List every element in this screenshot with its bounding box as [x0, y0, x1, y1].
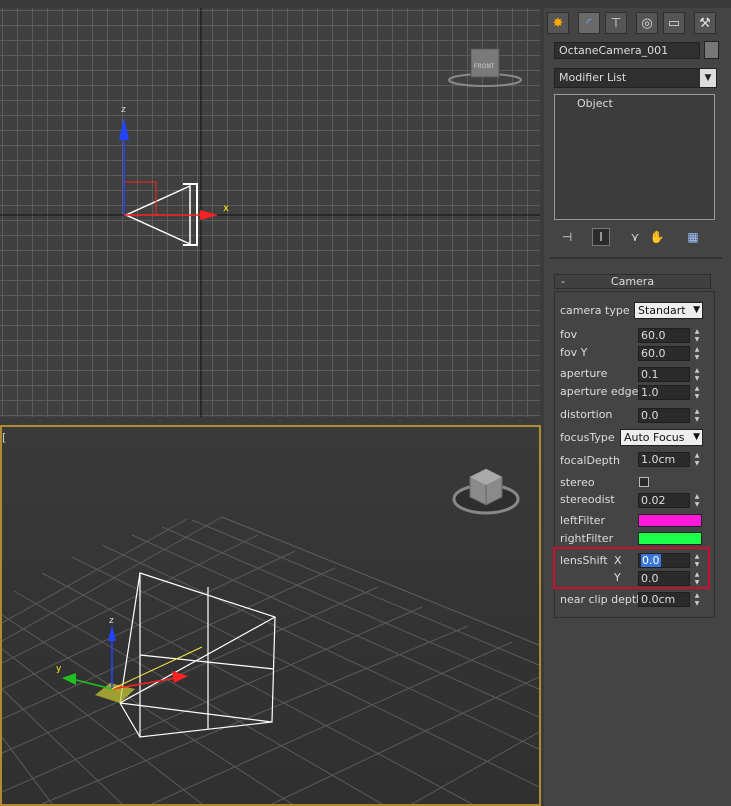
aperture-edge-spinner[interactable]: ▲ ▼ — [692, 385, 702, 400]
pin-stack-icon[interactable]: ⊣ — [558, 228, 576, 246]
perspective-scene: z y — [2, 468, 539, 804]
create-icon[interactable]: ✸ — [547, 12, 569, 34]
left-filter-label: leftFilter — [560, 514, 606, 527]
camera-rollout-title: Camera — [610, 275, 655, 288]
display-icon[interactable]: ▭ — [663, 12, 685, 34]
stereo-checkbox[interactable] — [639, 477, 649, 487]
viewport-divider-horizontal[interactable] — [0, 417, 540, 425]
hierarchy-icon[interactable]: ⊤ — [605, 12, 627, 34]
focal-depth-spinner[interactable]: ▲ ▼ — [692, 452, 702, 467]
modifier-list-dropdown[interactable]: Modifier List ▼ — [554, 68, 717, 88]
motion-icon[interactable]: ◎ — [636, 12, 658, 34]
near-clip-label: near clip depth — [560, 593, 644, 606]
aperture-input[interactable]: 0.1 — [638, 367, 690, 382]
modifier-stack[interactable]: Object — [554, 94, 715, 220]
make-unique-icon[interactable]: ⋎ — [626, 228, 644, 246]
top-viewport-scene: z x FRONT — [0, 8, 540, 417]
fov-spinner[interactable]: ▲ ▼ — [692, 328, 702, 343]
stereodist-spinner[interactable]: ▲ ▼ — [692, 493, 702, 508]
stereo-label: stereo — [560, 476, 595, 489]
viewcube-front-label: FRONT — [474, 63, 495, 70]
aperture-edge-input[interactable]: 1.0 — [638, 385, 690, 400]
fovy-input[interactable]: 60.0 — [638, 346, 690, 361]
object-name-field[interactable]: OctaneCamera_001 — [554, 42, 700, 59]
remove-modifier-icon[interactable]: ✋ — [648, 228, 666, 246]
axis-label-x: x — [223, 203, 229, 214]
aperture-label: aperture — [560, 367, 608, 380]
perspective-viewport[interactable]: [z y — [0, 425, 541, 806]
lens-shift-highlight-box — [553, 547, 710, 589]
transform-gizmo-top[interactable] — [119, 118, 218, 220]
focal-depth-label: focalDepth — [560, 454, 620, 467]
modifier-list-label: Modifier List — [559, 71, 627, 84]
right-filter-color-swatch[interactable] — [638, 532, 702, 545]
modify-icon[interactable]: ◜ — [578, 12, 600, 34]
command-panel: ✸ ◜ ⊤ ◎ ▭ ⚒ OctaneCamera_001 Modifier Li… — [544, 8, 731, 806]
command-panel-tabs: ✸ ◜ ⊤ ◎ ▭ ⚒ — [544, 10, 731, 38]
object-color-swatch[interactable] — [704, 41, 719, 59]
camera-frustum[interactable] — [119, 572, 276, 738]
focus-type-label: focusType — [560, 431, 615, 444]
near-clip-spinner[interactable]: ▲ ▼ — [692, 592, 702, 607]
camera-type-value: Standart — [638, 304, 686, 317]
camera-type-dropdown[interactable]: Standart ▼ — [634, 302, 703, 319]
configure-modifier-sets-icon[interactable]: ▦ — [684, 228, 702, 246]
right-filter-label: rightFilter — [560, 532, 614, 545]
camera-type-label: camera type — [560, 304, 630, 317]
camera-rollout-header[interactable]: - Camera — [554, 274, 711, 289]
axis-label-y-persp: y — [56, 664, 62, 674]
show-end-result-icon[interactable]: Ⅰ — [592, 228, 610, 246]
utilities-icon[interactable]: ⚒ — [694, 12, 716, 34]
fov-input[interactable]: 60.0 — [638, 328, 690, 343]
aperture-spinner[interactable]: ▲ ▼ — [692, 367, 702, 382]
near-clip-input[interactable]: 0.0cm — [638, 592, 690, 607]
chevron-down-icon: ▼ — [693, 432, 700, 442]
transform-gizmo-perspective[interactable] — [62, 625, 203, 690]
stereodist-input[interactable]: 0.02 — [638, 493, 690, 508]
axis-label-z-persp: z — [109, 616, 114, 626]
fov-label: fov — [560, 328, 578, 341]
focus-type-value: Auto Focus — [624, 431, 685, 444]
distortion-label: distortion — [560, 408, 613, 421]
chevron-down-icon: ▼ — [700, 69, 716, 87]
top-bar — [0, 0, 731, 8]
axis-label-z: z — [121, 105, 126, 115]
stereodist-label: stereodist — [560, 493, 615, 506]
distortion-input[interactable]: 0.0 — [638, 408, 690, 423]
fovy-label: fov Y — [560, 346, 588, 359]
fovy-spinner[interactable]: ▲ ▼ — [692, 346, 702, 361]
viewcube-perspective[interactable] — [452, 468, 520, 515]
top-viewport[interactable]: z x FRONT — [0, 8, 540, 417]
stack-item-object[interactable]: Object — [555, 95, 714, 110]
viewcube-top[interactable]: FRONT — [448, 48, 522, 87]
panel-separator — [550, 257, 722, 259]
focus-type-dropdown[interactable]: Auto Focus ▼ — [620, 429, 703, 446]
perspective-grid — [2, 516, 539, 804]
left-filter-color-swatch[interactable] — [638, 514, 702, 527]
chevron-down-icon: ▼ — [693, 305, 700, 315]
distortion-spinner[interactable]: ▲ ▼ — [692, 408, 702, 423]
aperture-edge-label: aperture edge — [560, 385, 639, 398]
stack-toolbar: ⊣ Ⅰ ⋎ ✋ ▦ — [556, 228, 721, 248]
focal-depth-input[interactable]: 1.0cm — [638, 452, 690, 467]
